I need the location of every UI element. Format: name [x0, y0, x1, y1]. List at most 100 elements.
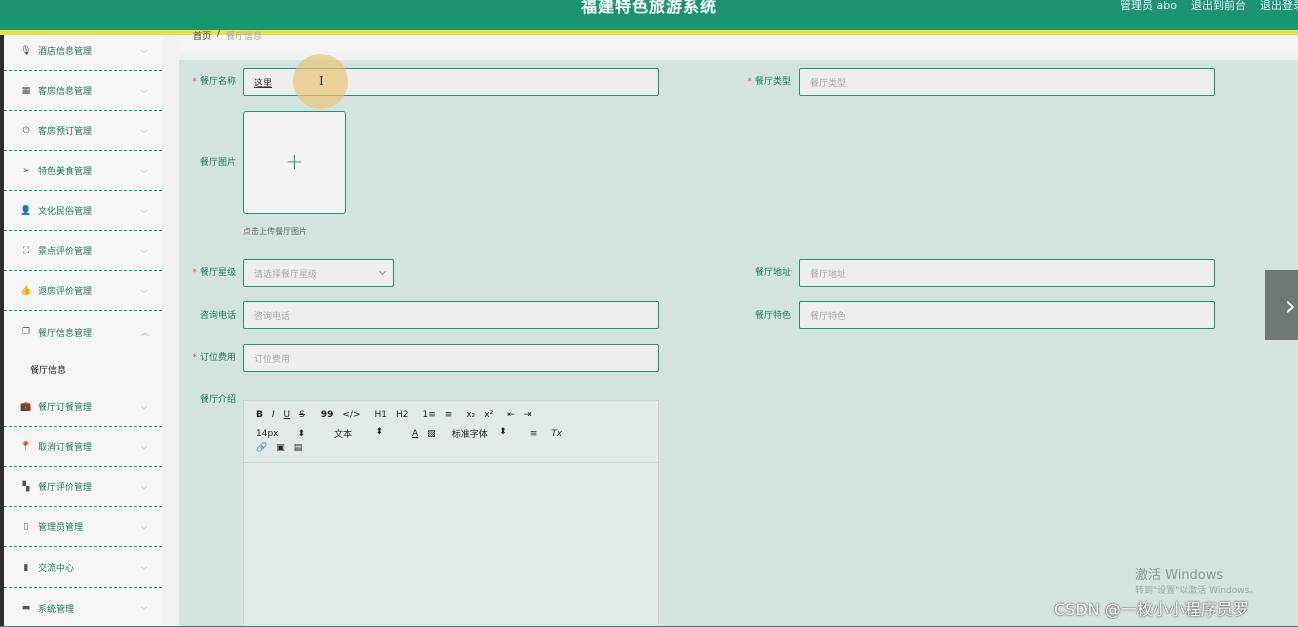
- font-family-select[interactable]: 标准字体 ⬍: [452, 427, 516, 440]
- rich-text-editor[interactable]: B I U S 99 </> H1 H2 1≡ ≡ x₂ x² ⇤ ⇥ 14px…: [243, 400, 659, 627]
- updown-icon: ⬍: [375, 427, 383, 437]
- code-block-button[interactable]: </>: [342, 410, 360, 420]
- mic-icon: 🎙: [20, 45, 32, 56]
- logout-link[interactable]: 退出登录: [1260, 0, 1298, 12]
- text-cursor-icon: I: [319, 74, 324, 88]
- top-links: 管理员 abo 退出到前台 退出登录: [1120, 0, 1298, 12]
- sidebar-item-room-booking[interactable]: ⏻ 客房预订管理 ⌵: [4, 111, 162, 151]
- sidebar-item-restaurant[interactable]: ❐ 餐厅信息管理 ︿: [4, 312, 162, 352]
- upload-hint: 点击上传餐厅图片: [243, 227, 307, 236]
- sidebar-item-label: 餐厅订餐管理: [38, 403, 93, 413]
- admin-user-link[interactable]: 管理员 abo: [1120, 0, 1177, 12]
- h2-button[interactable]: H2: [396, 410, 409, 420]
- copy-icon: ❐: [21, 327, 31, 337]
- next-page-button[interactable]: ›: [1265, 270, 1298, 340]
- user-icon: 👤: [20, 205, 32, 216]
- background-color-button[interactable]: ▨: [427, 429, 436, 439]
- windows-activation-title: 激活 Windows: [1135, 568, 1224, 583]
- sidebar-item-label: 客房预订管理: [38, 127, 93, 137]
- sidebar-item-dining-order[interactable]: 💼 餐厅订餐管理 ⌵: [4, 387, 162, 427]
- feature-input[interactable]: 餐厅特色: [799, 301, 1215, 329]
- sidebar-item-restaurant-review[interactable]: ▚ 餐厅评价管理 ⌵: [4, 467, 162, 507]
- superscript-button[interactable]: x²: [484, 410, 493, 420]
- sidebar-item-label: 特色美食管理: [38, 167, 93, 177]
- sidebar-item-room[interactable]: ▦ 客房信息管理 ⌵: [4, 71, 162, 111]
- breadcrumb-home[interactable]: 首页: [193, 29, 211, 42]
- sidebar-item-label: 交流中心: [38, 564, 75, 574]
- sidebar: 🎙 酒店信息管理 ⌵ ▦ 客房信息管理 ⌵ ⏻ 客房预订管理 ⌵ ➢ 特色美食管…: [4, 35, 162, 627]
- bullet-list-button[interactable]: ≡: [445, 410, 453, 420]
- sidebar-gutter: [162, 35, 179, 627]
- updown-icon: ⬍: [499, 427, 507, 437]
- outdent-button[interactable]: ⇤: [507, 410, 515, 420]
- chevron-down-icon: ⌵: [141, 563, 148, 572]
- sidebar-item-label: 退房评价管理: [38, 287, 93, 297]
- sidebar-item-hotel[interactable]: 🎙 酒店信息管理 ⌵: [4, 35, 162, 71]
- sidebar-item-admin[interactable]: ▯ 管理员管理 ⌵: [4, 507, 162, 547]
- send-icon: ➢: [22, 165, 30, 176]
- briefcase-icon: 💼: [20, 401, 32, 412]
- indent-button[interactable]: ⇥: [524, 410, 532, 420]
- restaurant-type-input[interactable]: 餐厅类型: [799, 68, 1215, 96]
- required-asterisk: *: [192, 353, 197, 363]
- link-icon[interactable]: 🔗: [256, 443, 267, 453]
- block-format-select[interactable]: 文本 ⬍: [334, 427, 392, 440]
- sidebar-item-checkout-review[interactable]: 👍 退房评价管理 ⌵: [4, 271, 162, 311]
- required-asterisk: *: [192, 268, 197, 278]
- power-icon: ⏻: [22, 125, 30, 136]
- sidebar-item-label: 景点评价管理: [38, 247, 93, 257]
- chevron-down-icon: ⌵: [141, 522, 148, 531]
- subscript-button[interactable]: x₂: [466, 410, 475, 420]
- chevron-down-icon: ⌵: [141, 286, 148, 295]
- font-size-select[interactable]: 14px ⬍: [256, 429, 314, 439]
- image-icon[interactable]: ▣: [276, 443, 285, 453]
- blockquote-button[interactable]: 99: [321, 410, 334, 420]
- sidebar-item-label: 取消订餐管理: [38, 443, 93, 453]
- toolbar-row-2: 14px ⬍ 文本 ⬍ A ▨ 标准字体 ⬍ ≡ Tx: [256, 427, 571, 440]
- video-icon[interactable]: ▤: [294, 443, 303, 453]
- csdn-watermark: CSDN @一枚小小程序员罗: [1054, 600, 1249, 619]
- address-input[interactable]: 餐厅地址: [799, 259, 1215, 287]
- intro-label: 餐厅介绍: [199, 395, 236, 405]
- phone-icon: ▯: [23, 521, 29, 532]
- sidebar-item-label: 客房信息管理: [38, 87, 93, 97]
- exit-to-front-link[interactable]: 退出到前台: [1191, 0, 1246, 12]
- strike-button[interactable]: S: [299, 410, 305, 420]
- h1-button[interactable]: H1: [375, 410, 388, 420]
- sidebar-item-scenic-review[interactable]: ⛶ 景点评价管理 ⌵: [4, 231, 162, 271]
- image-label: 餐厅图片: [199, 158, 236, 168]
- rating-select[interactable]: 请选择餐厅星级: [243, 259, 394, 287]
- font-color-button[interactable]: A: [412, 429, 418, 439]
- align-button[interactable]: ≡: [530, 429, 538, 439]
- phone-input[interactable]: 咨询电话: [243, 301, 659, 329]
- chevron-down-icon: ⌵: [141, 442, 148, 451]
- editor-toolbar: B I U S 99 </> H1 H2 1≡ ≡ x₂ x² ⇤ ⇥ 14px…: [244, 401, 658, 463]
- sidebar-item-system[interactable]: ▬ 系统管理 ⌵: [4, 588, 162, 627]
- app-title: 福建特色旅游系统: [580, 0, 717, 16]
- sidebar-item-forum[interactable]: ▮ 交流中心 ⌵: [4, 548, 162, 588]
- breadcrumb-current: 餐厅信息: [226, 32, 263, 42]
- address-label: 餐厅地址: [754, 268, 791, 278]
- required-asterisk: *: [747, 77, 752, 87]
- thumbs-up-icon: 👍: [20, 285, 32, 296]
- italic-button[interactable]: I: [272, 410, 275, 420]
- sidebar-item-cancel-order[interactable]: 📍 取消订餐管理 ⌵: [4, 427, 162, 467]
- sidebar-item-food[interactable]: ➢ 特色美食管理 ⌵: [4, 151, 162, 191]
- toolbar-row-3: 🔗 ▣ ▤: [256, 443, 311, 453]
- sidebar-subitem-restaurant-info[interactable]: 餐厅信息: [4, 354, 162, 384]
- fee-input[interactable]: 订位费用: [243, 344, 659, 372]
- chevron-down-icon: ⌵: [141, 402, 148, 411]
- image-upload-button[interactable]: +: [243, 111, 346, 214]
- sidebar-item-label: 餐厅评价管理: [38, 483, 93, 493]
- windows-activation-hint: 转到"设置"以激活 Windows。: [1135, 586, 1259, 596]
- underline-button[interactable]: U: [284, 410, 291, 420]
- sidebar-item-culture[interactable]: 👤 文化民俗管理 ⌵: [4, 191, 162, 231]
- type-label: * 餐厅类型: [747, 77, 791, 87]
- chevron-down-icon: ⌵: [141, 126, 148, 135]
- chevron-down-icon: ⌵: [141, 603, 148, 612]
- fullscreen-icon: ⛶: [22, 245, 30, 256]
- clear-format-button[interactable]: Tx: [551, 429, 562, 439]
- bold-button[interactable]: B: [256, 410, 263, 420]
- ordered-list-button[interactable]: 1≡: [423, 410, 436, 420]
- chevron-down-icon: [378, 267, 387, 276]
